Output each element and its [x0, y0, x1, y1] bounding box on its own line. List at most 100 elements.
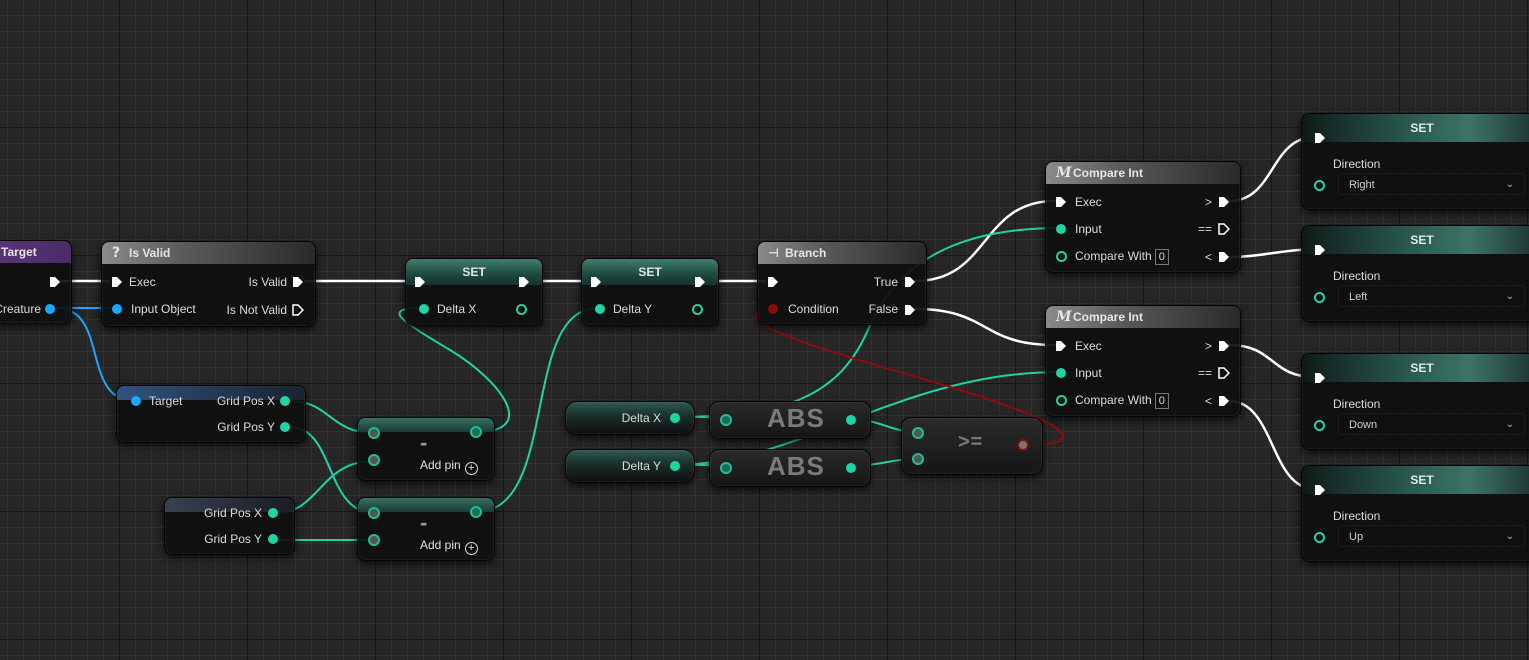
is-valid-node[interactable]: ? Is Valid Exec Is Valid Input Object Is … — [101, 241, 316, 327]
direction-pin[interactable] — [1314, 292, 1325, 303]
input-row: Input — [1075, 220, 1102, 238]
compare-with-value-input[interactable]: 0 — [1154, 249, 1169, 265]
branch-node[interactable]: ⊣ Branch True Condition False — [757, 241, 927, 325]
exec-in-pin[interactable] — [767, 276, 779, 288]
delta-x-in-pin[interactable] — [419, 304, 429, 314]
add-pin-button[interactable]: Add pin + — [420, 538, 478, 555]
subtract-a-pin[interactable] — [368, 507, 380, 519]
target-grid-pos-node[interactable]: Target Grid Pos X Grid Pos Y — [116, 385, 306, 443]
delta-x-get-out-pin[interactable] — [670, 413, 680, 423]
is-valid-header: ? Is Valid — [102, 242, 315, 264]
direction-dropdown[interactable]: Down ⌄ — [1338, 413, 1525, 435]
subtract-b-pin[interactable] — [368, 454, 380, 466]
target-in-pin[interactable] — [131, 396, 141, 406]
false-exec-out-pin[interactable] — [904, 304, 916, 316]
exec-in-pin[interactable] — [1314, 372, 1326, 384]
input-pin[interactable] — [1056, 224, 1066, 234]
question-mark-icon: ? — [112, 245, 121, 261]
exec-in-pin[interactable] — [111, 276, 123, 288]
direction-pin[interactable] — [1314, 180, 1325, 191]
delta-y-in-pin[interactable] — [595, 304, 605, 314]
grid-y-label: Grid Pos Y — [217, 420, 275, 434]
lt-label: < — [1204, 250, 1212, 264]
eq-exec-out-pin[interactable] — [1218, 223, 1230, 235]
grid-y-out-pin[interactable] — [280, 422, 290, 432]
abs-out-pin[interactable] — [846, 415, 856, 425]
exec-in-pin[interactable] — [1314, 244, 1326, 256]
set-direction-node-2[interactable]: SET Direction Left ⌄ — [1301, 225, 1529, 322]
compare-int-node-1[interactable]: M Compare Int Exec > Input == Compare Wit… — [1045, 161, 1241, 273]
exec-in-pin[interactable] — [1055, 340, 1067, 352]
exec-in-label: Exec — [129, 275, 156, 289]
subtract-node-2[interactable]: - Add pin + — [357, 497, 495, 561]
gt-exec-out-pin[interactable] — [1218, 340, 1230, 352]
gte-a-pin[interactable] — [912, 427, 924, 439]
gt-exec-out-pin[interactable] — [1218, 196, 1230, 208]
compare-int-1-header: M Compare Int — [1046, 162, 1240, 184]
lt-exec-out-pin[interactable] — [1218, 251, 1230, 263]
exec-in-pin[interactable] — [590, 276, 602, 288]
creature-pin[interactable] — [45, 304, 55, 314]
is-valid-exec-out-pin[interactable] — [292, 276, 304, 288]
direction-row: Direction — [1333, 267, 1380, 285]
set-direction-node-4[interactable]: SET Direction Up ⌄ — [1301, 465, 1529, 562]
subtract-node-1[interactable]: - Add pin + — [357, 417, 495, 481]
input-pin[interactable] — [1056, 368, 1066, 378]
get-delta-x-node[interactable]: Delta X — [565, 401, 695, 435]
direction-value: Right — [1349, 179, 1375, 191]
get-delta-y-node[interactable]: Delta Y — [565, 449, 695, 483]
gte-out-pin[interactable] — [1017, 439, 1029, 451]
delta-x-out-pin[interactable] — [516, 304, 527, 315]
direction-pin[interactable] — [1314, 420, 1325, 431]
abs-node-2[interactable]: ABS — [709, 449, 871, 487]
gt-label: > — [1204, 195, 1212, 209]
grid-x-out-pin[interactable] — [280, 396, 290, 406]
exec-out-pin[interactable] — [694, 276, 706, 288]
exec-in-pin[interactable] — [1314, 484, 1326, 496]
abs-out-pin[interactable] — [846, 463, 856, 473]
target-grid-pos-header — [117, 386, 305, 400]
is-valid-title: Is Valid — [129, 246, 171, 260]
delta-x-get-label: Delta X — [621, 411, 661, 425]
greater-equal-node[interactable]: >= — [901, 417, 1043, 475]
compare-with-pin[interactable] — [1056, 251, 1067, 262]
add-pin-button[interactable]: Add pin + — [420, 458, 478, 475]
compare-with-pin[interactable] — [1056, 395, 1067, 406]
exec-in-pin[interactable] — [1314, 132, 1326, 144]
abs-in-pin[interactable] — [720, 462, 732, 474]
exec-row: Exec — [1075, 193, 1102, 211]
set-direction-node-1[interactable]: SET Direction Right ⌄ — [1301, 113, 1529, 210]
subtract-a-pin[interactable] — [368, 427, 380, 439]
direction-dropdown[interactable]: Up ⌄ — [1338, 525, 1525, 547]
compare-int-node-2[interactable]: M Compare Int Exec > Input == Compare Wit… — [1045, 305, 1241, 417]
lt-exec-out-pin[interactable] — [1218, 395, 1230, 407]
subtract-out-pin[interactable] — [470, 506, 482, 518]
exec-in-pin[interactable] — [414, 276, 426, 288]
subtract-out-pin[interactable] — [470, 426, 482, 438]
exec-in-pin[interactable] — [1055, 196, 1067, 208]
direction-dropdown[interactable]: Left ⌄ — [1338, 285, 1525, 307]
compare-with-value-input[interactable]: 0 — [1154, 393, 1169, 409]
grid-x-out-pin[interactable] — [268, 508, 278, 518]
grid-pos-node[interactable]: Grid Pos X Grid Pos Y — [164, 497, 295, 555]
set-delta-x-node[interactable]: SET Delta X — [405, 258, 543, 326]
grid-y-out-pin[interactable] — [268, 534, 278, 544]
input-object-pin[interactable] — [112, 304, 122, 314]
exec-out-pin[interactable] — [518, 276, 530, 288]
subtract-b-pin[interactable] — [368, 534, 380, 546]
direction-dropdown[interactable]: Right ⌄ — [1338, 173, 1525, 195]
set-delta-y-node[interactable]: SET Delta Y — [581, 258, 719, 326]
set-direction-node-3[interactable]: SET Direction Down ⌄ — [1301, 353, 1529, 450]
true-exec-out-pin[interactable] — [904, 276, 916, 288]
delta-y-get-out-pin[interactable] — [670, 461, 680, 471]
delta-y-out-pin[interactable] — [692, 304, 703, 315]
gte-b-pin[interactable] — [912, 453, 924, 465]
is-not-valid-exec-out-pin[interactable] — [292, 304, 304, 316]
eq-exec-out-pin[interactable] — [1218, 367, 1230, 379]
get-target-node[interactable]: Target Creature — [0, 240, 72, 324]
abs-in-pin[interactable] — [720, 414, 732, 426]
exec-out-pin[interactable] — [49, 276, 61, 288]
abs-node-1[interactable]: ABS — [709, 401, 871, 439]
condition-pin[interactable] — [768, 304, 778, 314]
direction-pin[interactable] — [1314, 532, 1325, 543]
